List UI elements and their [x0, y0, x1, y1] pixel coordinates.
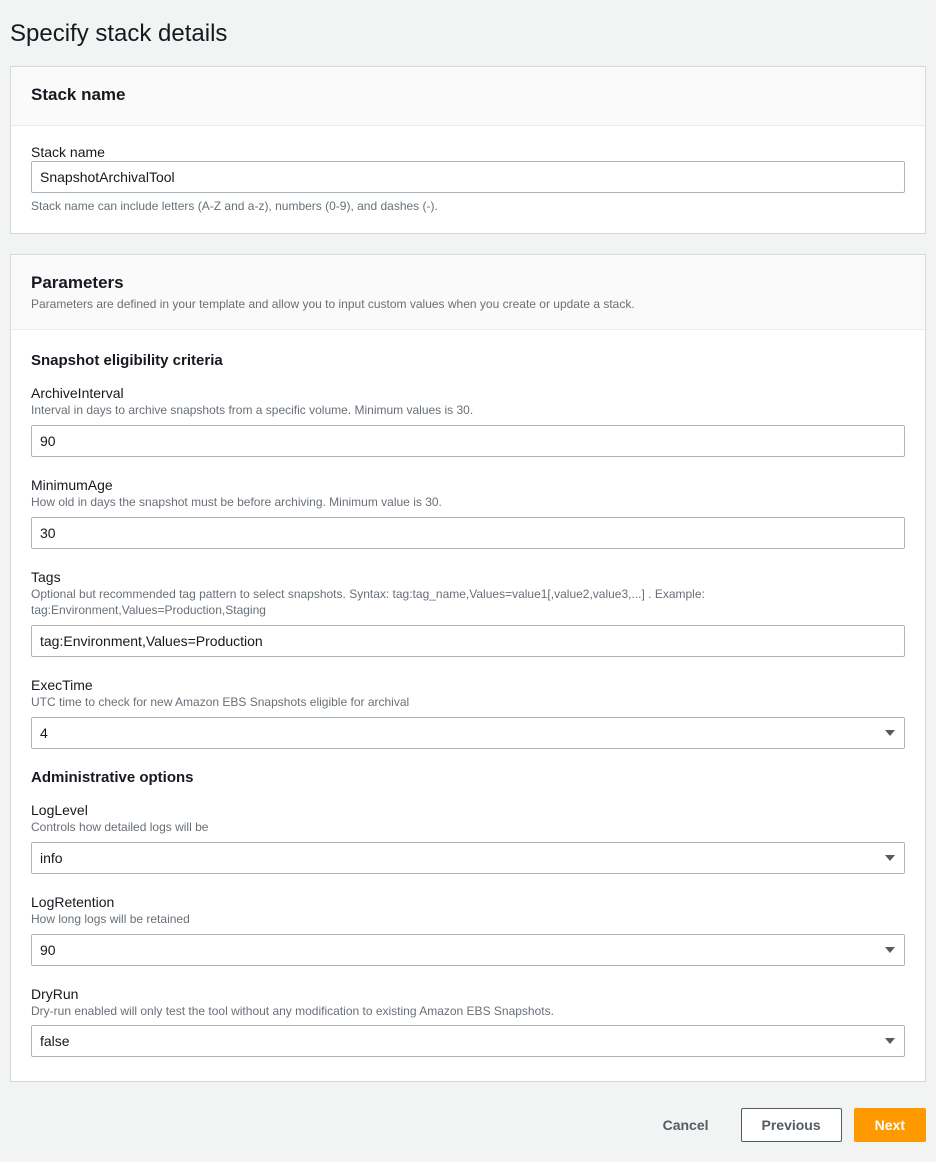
log-level-label: LogLevel	[31, 802, 905, 818]
exec-time-label: ExecTime	[31, 677, 905, 693]
parameters-heading: Parameters	[31, 273, 905, 293]
cancel-button[interactable]: Cancel	[643, 1109, 729, 1141]
eligibility-section-title: Snapshot eligibility criteria	[31, 352, 905, 369]
log-level-select[interactable]: info	[31, 842, 905, 874]
tags-desc: Optional but recommended tag pattern to …	[31, 586, 905, 620]
tags-input[interactable]	[31, 625, 905, 657]
dry-run-desc: Dry-run enabled will only test the tool …	[31, 1003, 905, 1020]
wizard-footer: Cancel Previous Next	[10, 1102, 926, 1152]
log-level-desc: Controls how detailed logs will be	[31, 819, 905, 836]
minimum-age-desc: How old in days the snapshot must be bef…	[31, 494, 905, 511]
minimum-age-label: MinimumAge	[31, 477, 905, 493]
exec-time-select[interactable]: 4	[31, 717, 905, 749]
archive-interval-input[interactable]	[31, 425, 905, 457]
archive-interval-label: ArchiveInterval	[31, 385, 905, 401]
previous-button[interactable]: Previous	[741, 1108, 842, 1142]
log-retention-select[interactable]: 90	[31, 934, 905, 966]
archive-interval-desc: Interval in days to archive snapshots fr…	[31, 402, 905, 419]
admin-section-title: Administrative options	[31, 769, 905, 786]
stack-name-panel: Stack name Stack name Stack name can inc…	[10, 66, 926, 234]
dry-run-select[interactable]: false	[31, 1025, 905, 1057]
log-retention-label: LogRetention	[31, 894, 905, 910]
log-retention-desc: How long logs will be retained	[31, 911, 905, 928]
minimum-age-input[interactable]	[31, 517, 905, 549]
stack-name-input[interactable]	[31, 161, 905, 193]
stack-name-panel-header: Stack name	[11, 67, 925, 126]
parameters-desc: Parameters are defined in your template …	[31, 297, 905, 311]
tags-label: Tags	[31, 569, 905, 585]
parameters-panel: Parameters Parameters are defined in you…	[10, 254, 926, 1082]
page-title: Specify stack details	[10, 20, 926, 48]
stack-name-heading: Stack name	[31, 85, 905, 105]
stack-name-hint: Stack name can include letters (A-Z and …	[31, 199, 905, 213]
exec-time-desc: UTC time to check for new Amazon EBS Sna…	[31, 694, 905, 711]
parameters-panel-header: Parameters Parameters are defined in you…	[11, 255, 925, 330]
next-button[interactable]: Next	[854, 1108, 926, 1142]
stack-name-label: Stack name	[31, 144, 905, 160]
dry-run-label: DryRun	[31, 986, 905, 1002]
